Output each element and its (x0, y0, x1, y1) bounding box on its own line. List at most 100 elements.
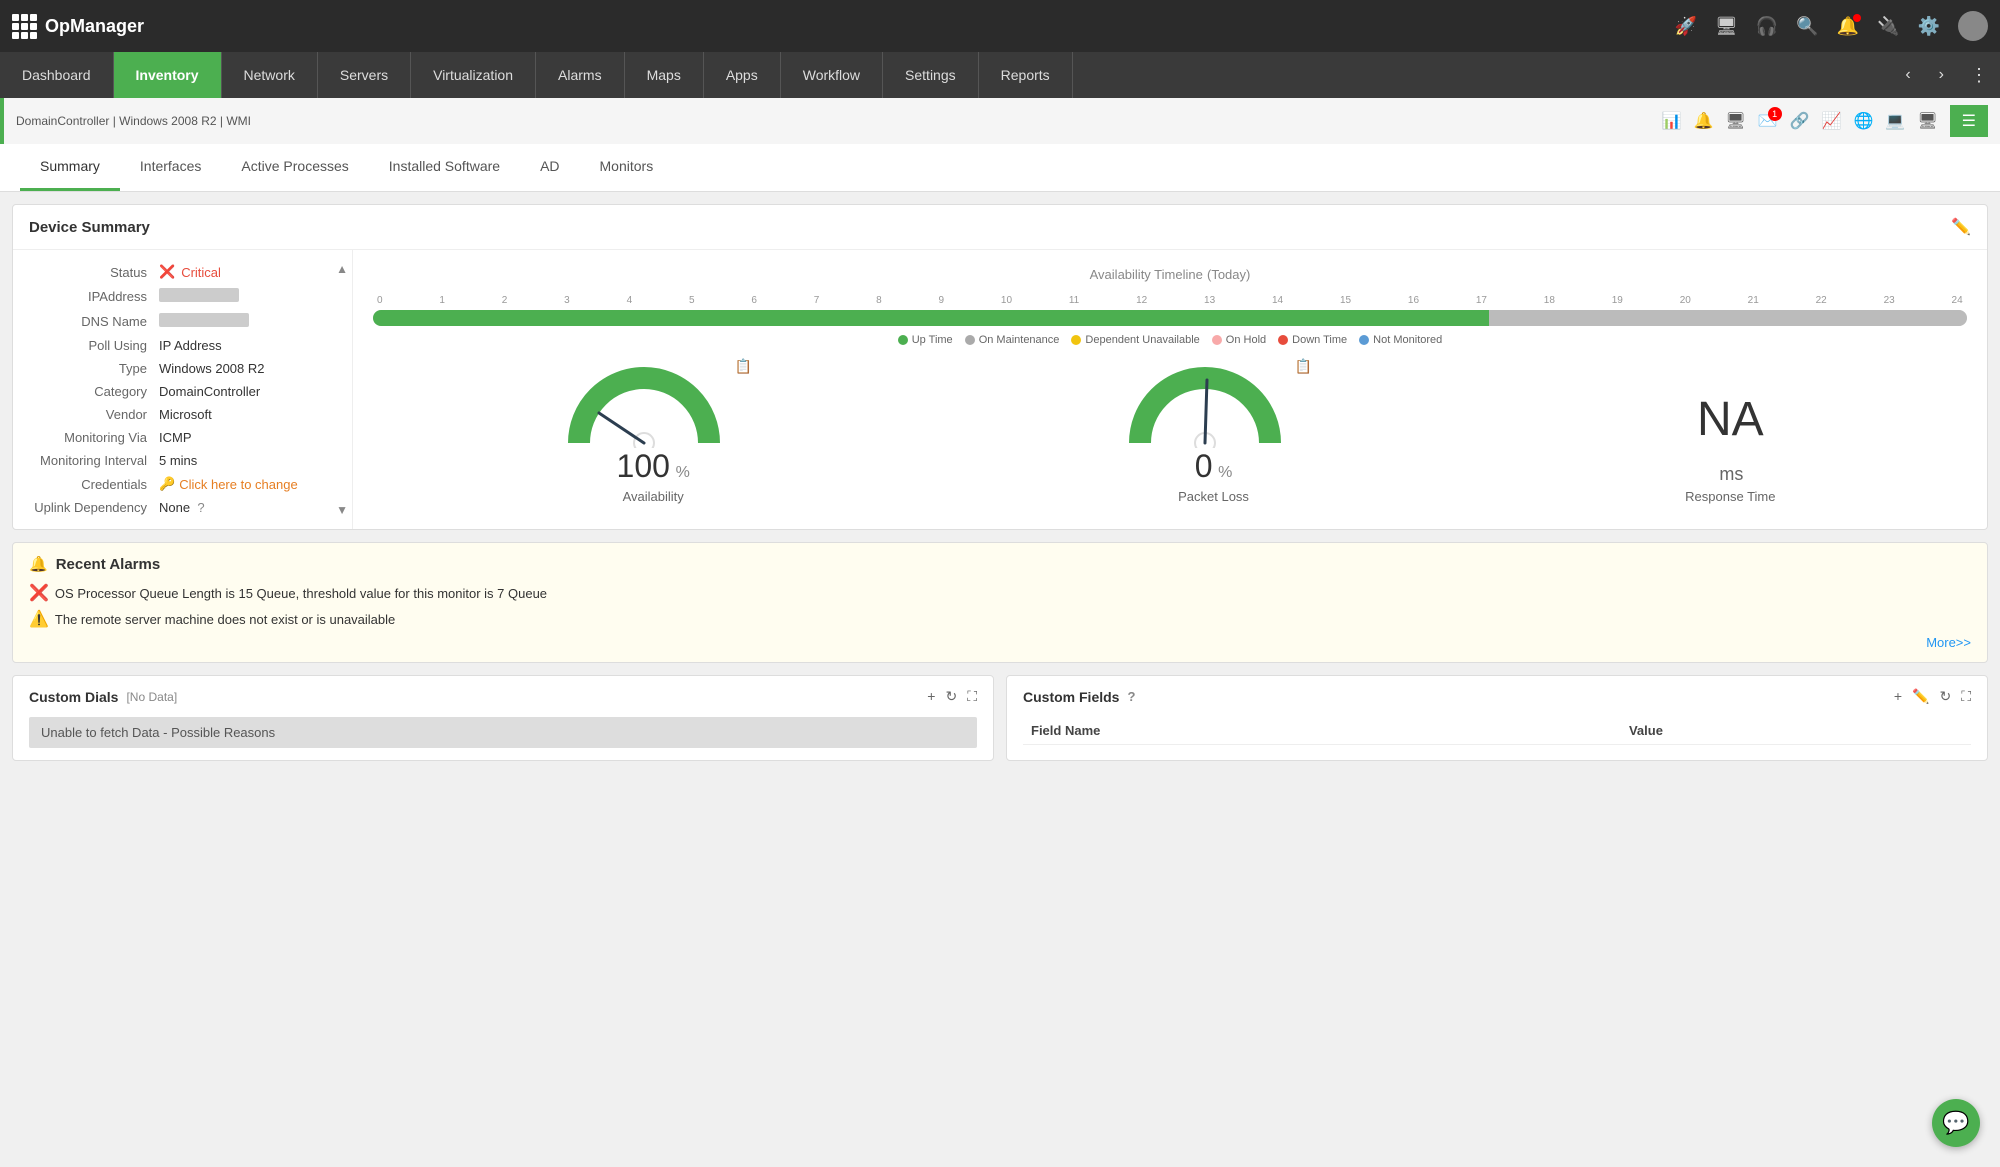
help-icon[interactable]: ? (197, 500, 204, 515)
label-monitoring-interval: Monitoring Interval (29, 453, 159, 468)
tab-monitors[interactable]: Monitors (580, 144, 674, 191)
label-vendor: Vendor (29, 407, 159, 422)
custom-fields-table: Field Name Value (1023, 717, 1971, 745)
packetloss-value: 0 (1195, 448, 1213, 484)
tab-servers[interactable]: Servers (318, 52, 411, 98)
tab-dashboard[interactable]: Dashboard (0, 52, 114, 98)
cf-expand-icon[interactable]: ⛶ (1961, 688, 1971, 705)
tab-ad[interactable]: AD (520, 144, 579, 191)
tab-inventory[interactable]: Inventory (114, 52, 222, 98)
other-segment (1489, 310, 1967, 326)
help-icon-cf[interactable]: ? (1127, 689, 1135, 704)
legend-dependent-label: Dependent Unavailable (1085, 334, 1199, 346)
timeline-hours: 0123456789101112131415161718192021222324 (373, 295, 1967, 306)
tab-maps[interactable]: Maps (625, 52, 704, 98)
tab-virtualization[interactable]: Virtualization (411, 52, 536, 98)
alarm-text-1: OS Processor Queue Length is 15 Queue, t… (55, 586, 547, 601)
nav-more-dots[interactable]: ⋮ (1958, 65, 2000, 86)
tab-apps[interactable]: Apps (704, 52, 781, 98)
tab-alarms[interactable]: Alarms (536, 52, 625, 98)
tab-interfaces[interactable]: Interfaces (120, 144, 221, 191)
device-icon[interactable]: 🖥 (1725, 111, 1745, 131)
row-dns: DNS Name (13, 309, 352, 334)
custom-fields-card: Custom Fields ? + ✏️ ↻ ⛶ Field Name Valu… (1006, 675, 1988, 761)
monitor-icon[interactable]: 🖥 (1715, 16, 1738, 37)
cf-add-icon[interactable]: + (1894, 688, 1902, 705)
value-status: ❌ Critical (159, 264, 221, 280)
gauges-row: 📋 100 % Availability (373, 358, 1967, 504)
alarm-item-1: ❌ OS Processor Queue Length is 15 Queue,… (29, 583, 1971, 603)
availability-label: Availability (564, 489, 741, 504)
avatar[interactable] (1958, 11, 1988, 41)
cf-col-field: Field Name (1023, 717, 1621, 745)
rocket-icon[interactable]: 🚀 (1675, 16, 1697, 37)
value-monitoring-interval: 5 mins (159, 453, 197, 468)
nav-prev-arrow[interactable]: ‹ (1891, 52, 1924, 98)
cf-edit-icon[interactable]: ✏️ (1912, 688, 1929, 705)
settings-icon[interactable]: ⚙️ (1918, 16, 1940, 37)
terminal-icon[interactable]: 💻 (1885, 111, 1905, 131)
cf-refresh-icon[interactable]: ↻ (1939, 688, 1951, 705)
device-summary-body: ▲ Status ❌ Critical IPAddress (13, 250, 1987, 529)
row-monitoring-interval: Monitoring Interval 5 mins (13, 449, 352, 472)
availability-panel: Availability Timeline (Today) 0123456789… (353, 250, 1987, 529)
gauge-packetloss-icon[interactable]: 📋 (1295, 358, 1312, 375)
row-ipaddress: IPAddress (13, 284, 352, 309)
main-content: Device Summary ✏️ ▲ Status ❌ Critical (0, 192, 2000, 773)
timeline-container: 0123456789101112131415161718192021222324… (373, 295, 1967, 346)
headset-icon[interactable]: 🎧 (1756, 16, 1778, 37)
gauge-availability-icon[interactable]: 📋 (734, 358, 751, 375)
value-uplink: None ? (159, 500, 205, 515)
tab-reports[interactable]: Reports (979, 52, 1073, 98)
app-name: OpManager (45, 16, 144, 37)
packetloss-value-row: 0 % (1125, 448, 1302, 485)
timeline-bar (373, 310, 1967, 326)
expand-icon[interactable]: ⛶ (967, 688, 977, 705)
alarms-section: 🔔 Recent Alarms ❌ OS Processor Queue Len… (12, 542, 1988, 663)
chart-icon[interactable]: 📊 (1662, 111, 1682, 131)
availability-value: 100 (617, 448, 670, 484)
globe-icon[interactable]: 🌐 (1854, 111, 1874, 131)
scroll-up-button[interactable]: ▲ (332, 258, 352, 280)
label-category: Category (29, 384, 159, 399)
device-summary-card: Device Summary ✏️ ▲ Status ❌ Critical (12, 204, 1988, 530)
row-credentials: Credentials 🔑 Click here to change (13, 472, 352, 496)
legend-downtime-label: Down Time (1292, 334, 1347, 346)
chat-button[interactable]: 💬 (1932, 1099, 1980, 1147)
alert-icon[interactable]: 🔔 (1694, 111, 1714, 131)
refresh-icon[interactable]: ↻ (945, 688, 957, 705)
add-icon[interactable]: + (927, 688, 935, 705)
nav-end: ‹ › ⋮ (1891, 52, 2000, 98)
bell-icon[interactable]: 🔔 (1837, 16, 1859, 37)
nav-next-arrow[interactable]: › (1925, 52, 1958, 98)
alarm-text-2: The remote server machine does not exist… (55, 612, 395, 627)
row-type: Type Windows 2008 R2 (13, 357, 352, 380)
nav-tabs: Dashboard Inventory Network Servers Virt… (0, 52, 2000, 98)
search-icon[interactable]: 🔍 (1796, 16, 1818, 37)
plug-icon[interactable]: 🔌 (1877, 16, 1899, 37)
row-poll: Poll Using IP Address (13, 334, 352, 357)
legend-uptime: Up Time (898, 334, 953, 346)
status-critical: ❌ Critical (159, 264, 221, 280)
value-vendor: Microsoft (159, 407, 212, 422)
email-icon[interactable]: ✉️1 (1758, 111, 1778, 131)
link-icon[interactable]: 🔗 (1790, 111, 1810, 131)
tab-installed-software[interactable]: Installed Software (369, 144, 520, 191)
hamburger-button[interactable]: ☰ (1950, 105, 1988, 137)
custom-dials-title: Custom Dials [No Data] (29, 689, 177, 705)
alarm-item-2: ⚠️ The remote server machine does not ex… (29, 609, 1971, 629)
screen-icon[interactable]: 🖥 (1917, 111, 1937, 131)
gauge-responsetime: NA ms Response Time (1685, 374, 1775, 504)
tab-network[interactable]: Network (222, 52, 318, 98)
tab-workflow[interactable]: Workflow (781, 52, 883, 98)
graph-icon[interactable]: 📈 (1822, 111, 1842, 131)
ip-blurred (159, 288, 239, 302)
availability-unit: % (676, 464, 690, 481)
tab-settings[interactable]: Settings (883, 52, 979, 98)
scroll-down-button[interactable]: ▼ (332, 499, 352, 521)
alarms-more-link[interactable]: More>> (29, 635, 1971, 650)
tab-active-processes[interactable]: Active Processes (221, 144, 368, 191)
tab-summary[interactable]: Summary (20, 144, 120, 191)
edit-icon[interactable]: ✏️ (1951, 217, 1971, 237)
credentials-link[interactable]: 🔑 Click here to change (159, 476, 298, 492)
